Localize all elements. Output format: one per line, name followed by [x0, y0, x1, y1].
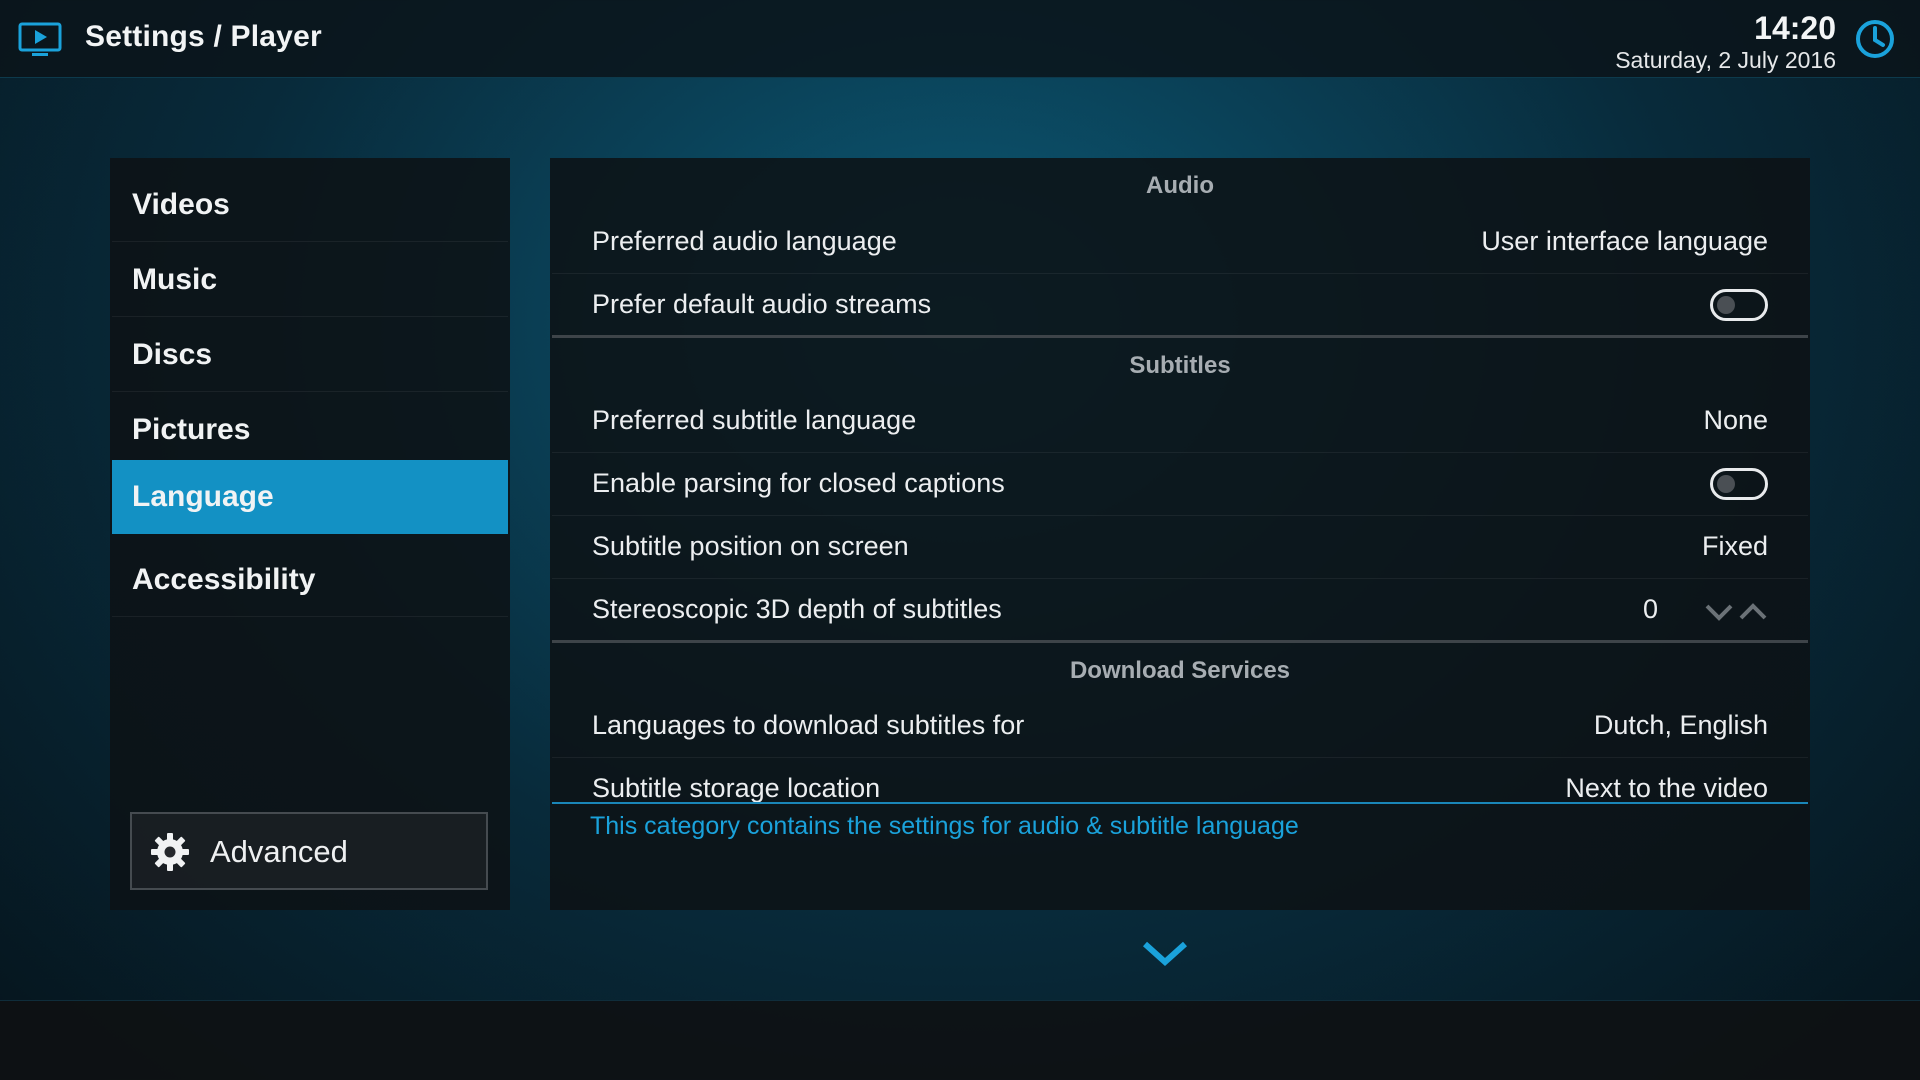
category-description: This category contains the settings for …	[590, 812, 1299, 840]
menu-item-label: Discs	[132, 338, 213, 371]
setting-subtitle-storage-location[interactable]: Subtitle storage location Next to the vi…	[552, 759, 1808, 802]
menu-item-accessibility[interactable]: Accessibility	[112, 543, 508, 617]
setting-label: Languages to download subtitles for	[592, 710, 1025, 740]
section-header-audio: Audio	[1146, 172, 1214, 199]
menu-item-label: Videos	[132, 188, 230, 221]
clock-time: 14:20	[1754, 10, 1836, 46]
chevron-down-icon[interactable]	[1704, 602, 1734, 622]
advanced-button[interactable]: Advanced	[130, 812, 488, 890]
menu-item-discs[interactable]: Discs	[112, 318, 508, 392]
chevron-down-icon[interactable]	[1140, 938, 1190, 968]
menu-item-music[interactable]: Music	[112, 243, 508, 317]
setting-value: None	[1703, 405, 1768, 435]
page-title: Settings / Player	[85, 20, 322, 53]
description-divider	[552, 802, 1808, 804]
menu-item-label: Accessibility	[132, 563, 316, 596]
menu-item-label: Music	[132, 263, 218, 296]
setting-value: Next to the video	[1565, 773, 1768, 802]
setting-value: Fixed	[1701, 531, 1768, 561]
menu-item-language[interactable]: Language	[112, 460, 508, 534]
top-bar: Settings / Player 14:20 Saturday, 2 July…	[0, 0, 1920, 78]
clock-icon	[1856, 20, 1894, 58]
setting-label: Prefer default audio streams	[592, 289, 932, 319]
setting-subtitle-position[interactable]: Subtitle position on screen Fixed	[552, 517, 1808, 579]
section-divider	[552, 335, 1808, 338]
section-header-download-services: Download Services	[1069, 657, 1291, 684]
setting-stereoscopic-depth[interactable]: Stereoscopic 3D depth of subtitles 0	[552, 580, 1808, 642]
setting-prefer-default-audio-streams[interactable]: Prefer default audio streams	[552, 275, 1808, 337]
spinner-value: 0	[1642, 594, 1658, 624]
gear-icon	[151, 833, 189, 871]
setting-label: Preferred audio language	[592, 226, 897, 256]
menu-item-pictures[interactable]: Pictures	[112, 393, 508, 467]
setting-label: Enable parsing for closed captions	[592, 468, 1005, 498]
toggle-knob	[1717, 296, 1735, 314]
tv-icon	[18, 22, 62, 56]
bottom-bar	[0, 1000, 1920, 1080]
setting-enable-closed-captions[interactable]: Enable parsing for closed captions	[552, 454, 1808, 516]
clock-display: 14:20 Saturday, 2 July 2016	[1615, 10, 1836, 74]
menu-item-label: Language	[132, 480, 274, 513]
toggle-switch[interactable]	[1710, 468, 1768, 500]
setting-preferred-subtitle-language[interactable]: Preferred subtitle language None	[552, 391, 1808, 453]
section-header-subtitles: Subtitles	[1129, 352, 1231, 379]
setting-label: Subtitle storage location	[592, 773, 881, 802]
setting-label: Stereoscopic 3D depth of subtitles	[592, 594, 1002, 624]
toggle-switch[interactable]	[1710, 289, 1768, 321]
section-divider	[552, 640, 1808, 643]
settings-panel: Audio Preferred audio language User inte…	[550, 158, 1810, 910]
setting-label: Preferred subtitle language	[592, 405, 917, 435]
toggle-knob	[1717, 475, 1735, 493]
category-menu: Videos Music Discs Pictures Language Acc…	[110, 158, 510, 910]
setting-languages-to-download[interactable]: Languages to download subtitles for Dutc…	[552, 696, 1808, 758]
setting-value: Dutch, English	[1593, 710, 1768, 740]
setting-value: User interface language	[1481, 226, 1768, 256]
menu-item-label: Pictures	[132, 413, 251, 446]
setting-preferred-audio-language[interactable]: Preferred audio language User interface …	[552, 212, 1808, 274]
advanced-label: Advanced	[210, 834, 348, 869]
clock-date: Saturday, 2 July 2016	[1615, 47, 1836, 73]
menu-item-videos[interactable]: Videos	[112, 168, 508, 242]
chevron-up-icon[interactable]	[1738, 602, 1768, 622]
setting-label: Subtitle position on screen	[592, 531, 909, 561]
